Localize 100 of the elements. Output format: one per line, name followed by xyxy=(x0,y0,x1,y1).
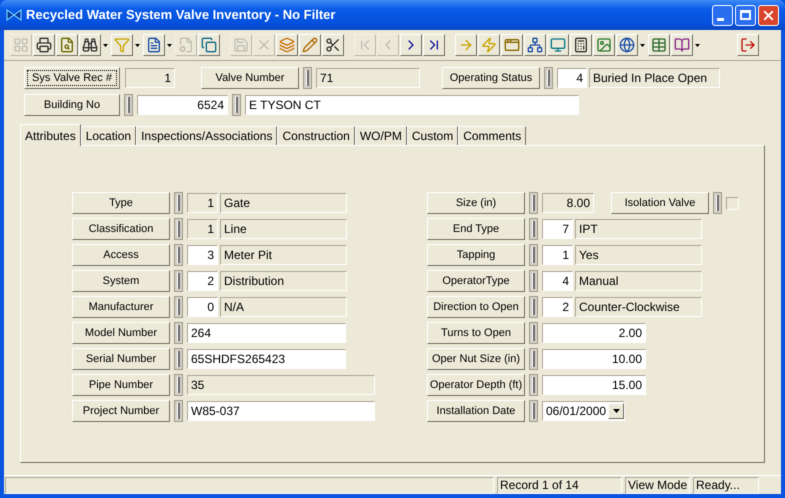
handle-icon xyxy=(232,94,241,116)
field-label-button[interactable]: Classification xyxy=(72,218,170,240)
checkbox[interactable] xyxy=(726,196,739,210)
maximize-button[interactable] xyxy=(735,4,756,26)
input-field[interactable]: 7 xyxy=(542,219,573,239)
field-label-button[interactable]: Access xyxy=(72,244,170,266)
toolbar-button[interactable] xyxy=(524,34,546,56)
input-field[interactable]: Buried In Place Open xyxy=(589,68,720,88)
binoculars-icon xyxy=(82,37,98,53)
date-value: 06/01/2000 xyxy=(546,403,606,420)
input-field[interactable]: 4 xyxy=(557,68,587,88)
minimize-button[interactable] xyxy=(712,4,733,26)
input-field[interactable]: Gate xyxy=(220,193,347,213)
tab[interactable]: Comments xyxy=(458,126,526,145)
table-icon xyxy=(651,37,667,53)
date-picker[interactable]: 06/01/2000 xyxy=(542,401,625,421)
field-label-button[interactable]: Size (in) xyxy=(427,192,525,214)
status-text: Ready... xyxy=(693,476,759,494)
field-label-button[interactable]: Model Number xyxy=(72,322,170,344)
input-field[interactable]: 2 xyxy=(187,271,218,291)
field-label-button[interactable]: Project Number xyxy=(72,400,170,422)
toolbar-button[interactable] xyxy=(648,34,670,56)
toolbar-button[interactable] xyxy=(198,34,220,56)
field-label-button[interactable]: Building No xyxy=(24,94,120,116)
toolbar-button[interactable] xyxy=(33,34,55,56)
filter-icon xyxy=(114,37,130,53)
input-field[interactable]: 3 xyxy=(187,245,218,265)
tab[interactable]: Construction xyxy=(277,126,355,145)
input-field[interactable]: 1 xyxy=(187,193,218,213)
handle-icon xyxy=(529,218,538,240)
input-field[interactable]: Meter Pit xyxy=(220,245,347,265)
toolbar-button[interactable] xyxy=(56,34,78,56)
handle-icon xyxy=(529,374,538,396)
input-field[interactable]: 10.00 xyxy=(542,349,646,369)
field-label-button[interactable]: Turns to Open xyxy=(427,322,525,344)
field-label-button[interactable]: Installation Date xyxy=(427,400,525,422)
input-field[interactable]: W85-037 xyxy=(187,401,375,421)
handle-icon xyxy=(174,374,183,396)
tab[interactable]: Custom xyxy=(406,126,458,145)
handle-icon xyxy=(529,400,538,422)
input-field[interactable]: N/A xyxy=(220,297,347,317)
input-field[interactable]: 1 xyxy=(187,219,218,239)
handle-icon xyxy=(544,67,553,89)
field-label-button[interactable]: Type xyxy=(72,192,170,214)
toolbar-button[interactable] xyxy=(423,34,445,56)
input-field[interactable]: 71 xyxy=(316,68,420,88)
field-label-button[interactable]: Manufacturer xyxy=(72,296,170,318)
handle-icon xyxy=(174,218,183,240)
input-field[interactable]: 2.00 xyxy=(542,323,646,343)
input-field[interactable]: 6524 xyxy=(137,95,228,115)
tab[interactable]: WO/PM xyxy=(354,126,407,145)
input-field[interactable]: 35 xyxy=(187,375,375,395)
input-field[interactable]: 264 xyxy=(187,323,346,343)
field-label-button[interactable]: Isolation Valve xyxy=(611,192,709,214)
input-field[interactable]: 0 xyxy=(187,297,218,317)
field-label-button[interactable]: Valve Number xyxy=(201,67,299,89)
field-label-button[interactable]: Direction to Open xyxy=(427,296,525,318)
input-field[interactable]: 1 xyxy=(542,245,573,265)
field-label-button[interactable]: Serial Number xyxy=(72,348,170,370)
document-settings-icon xyxy=(178,37,194,53)
tab[interactable]: Attributes xyxy=(20,124,81,146)
field-label-button[interactable]: Operator Depth (ft) xyxy=(427,374,525,396)
toolbar-button[interactable] xyxy=(737,34,759,56)
input-field[interactable]: 8.00 xyxy=(542,193,594,213)
field-label-button[interactable]: OperatorType xyxy=(427,270,525,292)
input-field[interactable]: 15.00 xyxy=(542,375,646,395)
close-button[interactable] xyxy=(758,4,779,26)
input-field[interactable]: Manual xyxy=(575,271,702,291)
field-label-button[interactable]: Pipe Number xyxy=(72,374,170,396)
tab[interactable]: Location xyxy=(80,126,136,145)
toolbar-button[interactable] xyxy=(570,34,592,56)
input-field[interactable]: Counter-Clockwise xyxy=(575,297,702,317)
field-label-button[interactable]: End Type xyxy=(427,218,525,240)
input-field[interactable]: 65SHDFS265423 xyxy=(187,349,346,369)
handle-icon xyxy=(174,348,183,370)
input-field[interactable]: 2 xyxy=(542,297,573,317)
input-field[interactable]: IPT xyxy=(575,219,702,239)
input-field[interactable]: Distribution xyxy=(220,271,347,291)
input-field[interactable]: E TYSON CT xyxy=(245,95,579,115)
handle-icon xyxy=(174,192,183,214)
field-label-button[interactable]: Sys Valve Rec # xyxy=(24,67,120,89)
toolbar-button[interactable] xyxy=(593,34,615,56)
input-field[interactable]: 1 xyxy=(125,68,175,88)
toolbar-button[interactable] xyxy=(616,34,638,56)
toolbar-button[interactable] xyxy=(79,34,101,56)
grid-icon xyxy=(13,37,29,53)
input-field[interactable]: 4 xyxy=(542,271,573,291)
field-label-button[interactable]: System xyxy=(72,270,170,292)
layers-icon xyxy=(279,37,295,53)
toolbar-button[interactable] xyxy=(671,34,693,56)
field-label-button[interactable]: Oper Nut Size (in) xyxy=(427,348,525,370)
toolbar-button[interactable] xyxy=(143,34,165,56)
input-field[interactable]: Line xyxy=(220,219,347,239)
toolbar-button[interactable] xyxy=(322,34,344,56)
globe-icon xyxy=(619,37,635,53)
field-label-button[interactable]: Operating Status xyxy=(442,67,540,89)
toolbar-button[interactable] xyxy=(400,34,422,56)
input-field[interactable]: Yes xyxy=(575,245,702,265)
field-label-button[interactable]: Tapping xyxy=(427,244,525,266)
tab[interactable]: Inspections/Associations xyxy=(136,126,278,145)
